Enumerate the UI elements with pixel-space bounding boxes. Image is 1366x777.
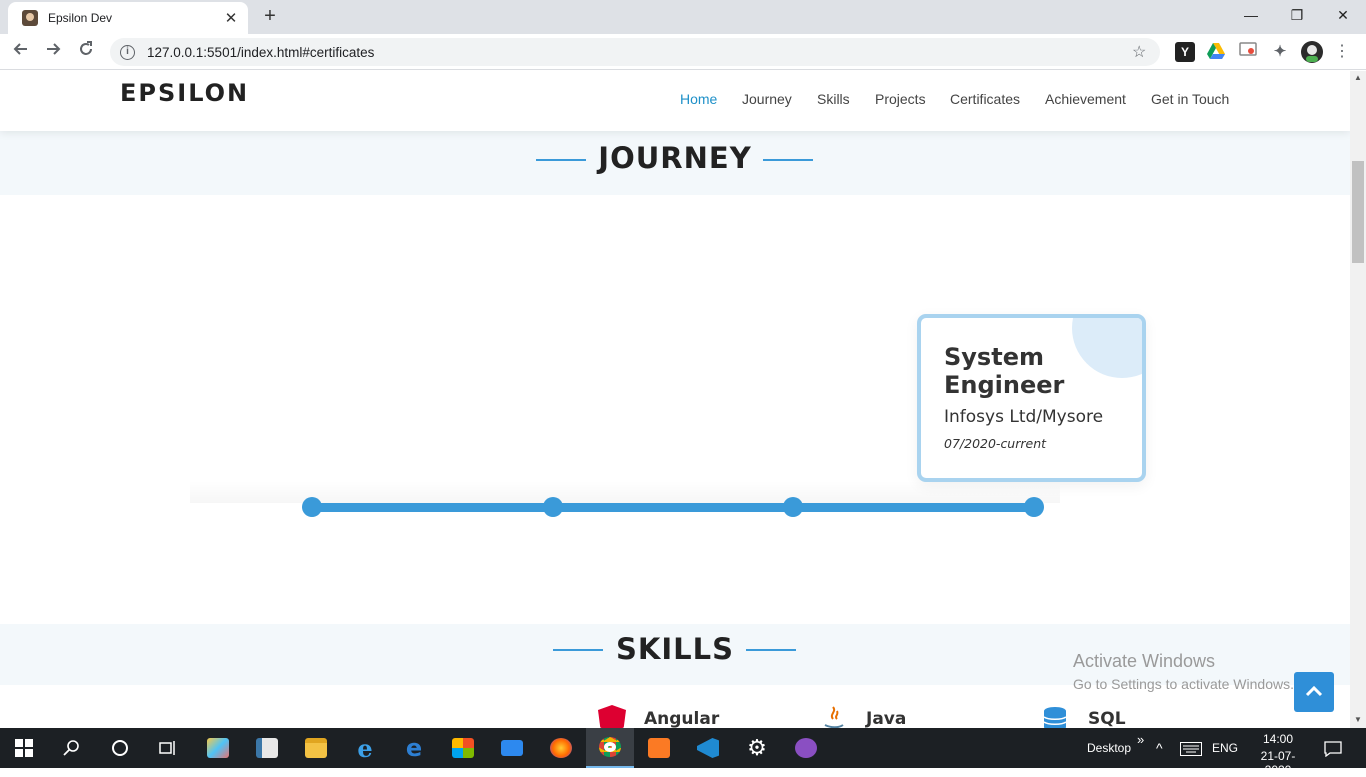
back-arrow-icon[interactable] — [9, 40, 33, 64]
heading-rule-right — [746, 649, 796, 651]
timeline-shadow — [190, 481, 1060, 503]
timeline-point[interactable] — [543, 497, 563, 517]
nav-link-home[interactable]: Home — [680, 91, 717, 107]
url-text[interactable]: 127.0.0.1:5501/index.html#certificates — [147, 45, 1132, 60]
notifications-icon[interactable] — [1324, 728, 1342, 768]
cast-icon[interactable] — [1238, 42, 1258, 62]
windows-activation-watermark: Activate Windows Go to Settings to activ… — [1073, 651, 1294, 692]
cortana-icon[interactable] — [96, 728, 144, 768]
show-hidden-icons-icon[interactable]: ^ — [1156, 728, 1163, 768]
minimize-button[interactable]: — — [1228, 0, 1274, 32]
timeline-point[interactable] — [783, 497, 803, 517]
database-icon — [1042, 705, 1070, 728]
language-indicator[interactable]: ENG — [1212, 728, 1238, 768]
job-period: 07/2020-current — [944, 436, 1047, 451]
address-bar[interactable]: i 127.0.0.1:5501/index.html#certificates… — [110, 38, 1160, 66]
journey-heading: JOURNEY — [598, 141, 752, 175]
reload-icon[interactable] — [74, 40, 98, 64]
watermark-subtitle: Go to Settings to activate Windows. — [1073, 676, 1294, 692]
chevron-up-icon — [1305, 685, 1323, 697]
browser-toolbar: i 127.0.0.1:5501/index.html#certificates… — [0, 34, 1366, 70]
browser-tab[interactable]: Epsilon Dev ✕ — [8, 2, 248, 34]
site-nav-menu: Home Journey Skills Projects Certificate… — [0, 71, 1350, 131]
site-navbar: EPSILON Home Journey Skills Projects Cer… — [0, 71, 1350, 131]
xampp-icon[interactable] — [635, 728, 683, 768]
clock-date: 21-07-2020 — [1260, 749, 1296, 777]
store-icon[interactable] — [439, 728, 487, 768]
close-window-button[interactable]: ✕ — [1320, 0, 1366, 32]
page-viewport: EPSILON Home Journey Skills Projects Cer… — [0, 71, 1350, 728]
extension-y-icon[interactable]: Y — [1175, 42, 1195, 62]
skill-label: Java — [866, 709, 907, 728]
file-explorer-icon[interactable] — [292, 728, 340, 768]
site-favicon-icon — [22, 10, 38, 26]
job-company: Infosys Ltd/Mysore — [944, 407, 1104, 427]
desktop-toolbar-label[interactable]: Desktop — [1087, 728, 1131, 768]
mail-icon[interactable] — [488, 728, 536, 768]
scroll-up-arrow-icon[interactable]: ▲ — [1350, 71, 1366, 85]
github-desktop-icon[interactable] — [782, 728, 830, 768]
java-icon — [820, 705, 848, 728]
paint-3d-icon[interactable] — [194, 728, 242, 768]
skill-label: SQL — [1088, 709, 1126, 728]
nav-link-achievement[interactable]: Achievement — [1045, 91, 1126, 107]
skill-label: Angular — [644, 709, 720, 728]
forward-arrow-icon[interactable] — [41, 40, 65, 64]
scroll-down-arrow-icon[interactable]: ▼ — [1350, 713, 1366, 727]
browser-tab-strip: Epsilon Dev ✕ + — ❐ ✕ — [0, 0, 1366, 34]
chrome-icon[interactable] — [586, 728, 634, 768]
back-to-top-button[interactable] — [1294, 672, 1334, 712]
windows-start-icon[interactable] — [0, 728, 48, 768]
firefox-icon[interactable] — [537, 728, 585, 768]
profile-avatar-icon[interactable] — [1301, 41, 1323, 63]
angular-icon — [598, 705, 626, 728]
timeline-point[interactable] — [1024, 497, 1044, 517]
clock[interactable]: 14:00 21-07-2020 — [1248, 732, 1308, 777]
nav-link-skills[interactable]: Skills — [817, 91, 850, 107]
timeline-bar — [311, 503, 1035, 512]
settings-gear-icon[interactable]: ⚙ — [733, 728, 781, 768]
task-view-icon[interactable] — [144, 728, 192, 768]
vscode-icon[interactable] — [684, 728, 732, 768]
scrollbar-thumb[interactable] — [1352, 161, 1364, 263]
nav-link-certificates[interactable]: Certificates — [950, 91, 1020, 107]
bookmark-star-icon[interactable]: ☆ — [1132, 42, 1160, 62]
skill-item-sql: SQL — [1042, 705, 1126, 728]
keyboard-icon[interactable] — [1180, 728, 1202, 768]
heading-rule-right — [763, 159, 813, 161]
job-role: System Engineer — [944, 343, 1065, 399]
toolbar-chevron-icon[interactable]: » — [1137, 720, 1144, 760]
journey-section-header: JOURNEY — [0, 131, 1350, 195]
clock-time: 14:00 — [1262, 732, 1294, 746]
timeline-point[interactable] — [302, 497, 322, 517]
tab-close-icon[interactable]: ✕ — [222, 9, 240, 27]
maximize-button[interactable]: ❐ — [1274, 0, 1320, 32]
new-tab-button[interactable]: + — [256, 5, 284, 29]
nav-link-journey[interactable]: Journey — [742, 91, 792, 107]
tab-title: Epsilon Dev — [48, 11, 113, 25]
skill-item-java: Java — [820, 705, 906, 728]
browser-menu-icon[interactable]: ⋮ — [1332, 44, 1352, 62]
drive-icon[interactable] — [1206, 42, 1226, 62]
nav-link-get-in-touch[interactable]: Get in Touch — [1151, 91, 1229, 107]
page-scrollbar[interactable]: ▲ ▼ — [1350, 71, 1366, 728]
skill-item-angular: Angular — [598, 705, 719, 728]
site-info-icon[interactable]: i — [120, 44, 135, 60]
extensions-puzzle-icon[interactable]: ✦ — [1270, 42, 1290, 62]
watermark-title: Activate Windows — [1073, 651, 1216, 671]
journey-card: System Engineer Infosys Ltd/Mysore 07/20… — [917, 314, 1146, 482]
search-icon[interactable] — [48, 728, 96, 768]
python-file-icon[interactable] — [243, 728, 291, 768]
edge-icon[interactable]: e — [390, 728, 438, 768]
internet-explorer-icon[interactable]: e — [341, 728, 389, 768]
windows-taskbar: e e ⚙ Desktop » ^ ENG 14:00 21-07-2020 — [0, 728, 1366, 777]
nav-link-projects[interactable]: Projects — [875, 91, 926, 107]
